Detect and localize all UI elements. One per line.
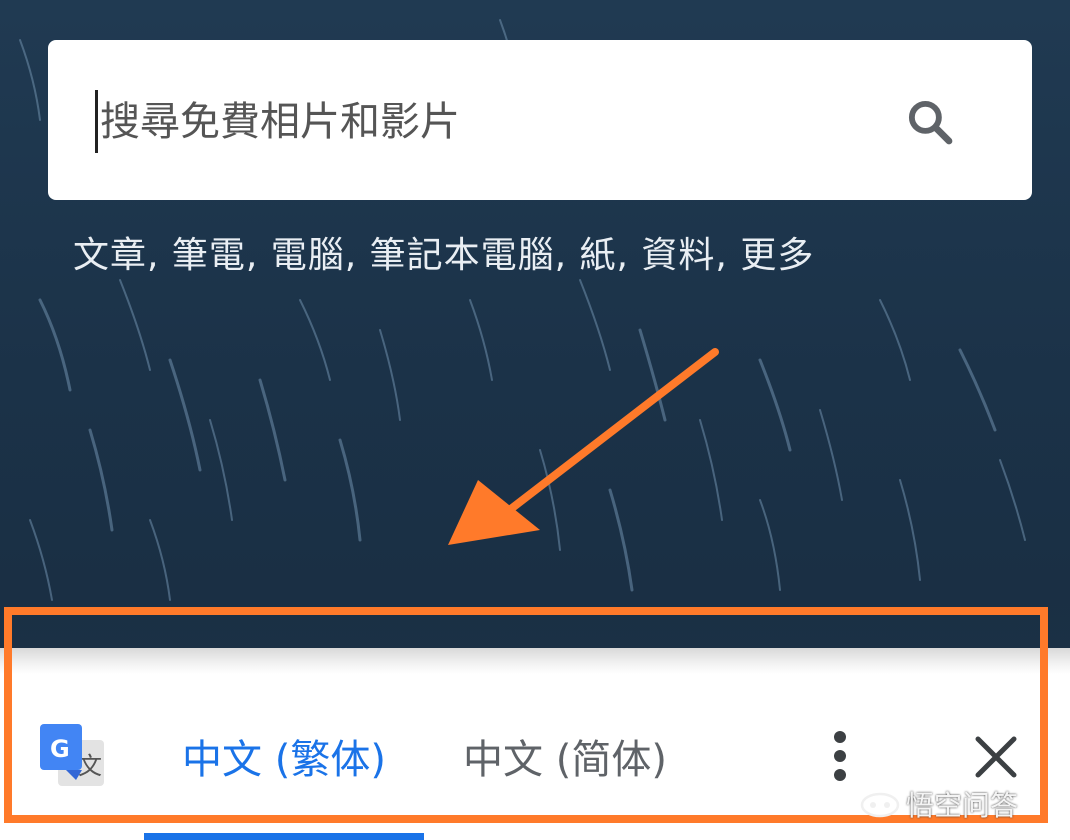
search-input[interactable] (100, 86, 860, 158)
tab-traditional-chinese[interactable]: 中文 (繁体) (182, 727, 386, 785)
close-icon[interactable] (972, 733, 1020, 781)
watermark-text: 悟空问答 (906, 789, 1019, 822)
tab-simplified-chinese[interactable]: 中文 (简体) (463, 727, 667, 785)
search-icon[interactable] (904, 96, 958, 150)
search-suggestions[interactable]: 文章, 筆電, 電腦, 筆記本電腦, 紙, 資料, 更多 (73, 226, 814, 278)
more-vert-icon[interactable] (826, 728, 854, 784)
translate-bar-shadow (0, 648, 1070, 674)
active-tab-indicator (144, 833, 424, 840)
google-translate-icon[interactable]: 文 G (38, 722, 108, 790)
text-cursor (95, 90, 98, 153)
translate-logo-letter: G (50, 735, 70, 763)
watermark-logo-icon (860, 792, 900, 818)
